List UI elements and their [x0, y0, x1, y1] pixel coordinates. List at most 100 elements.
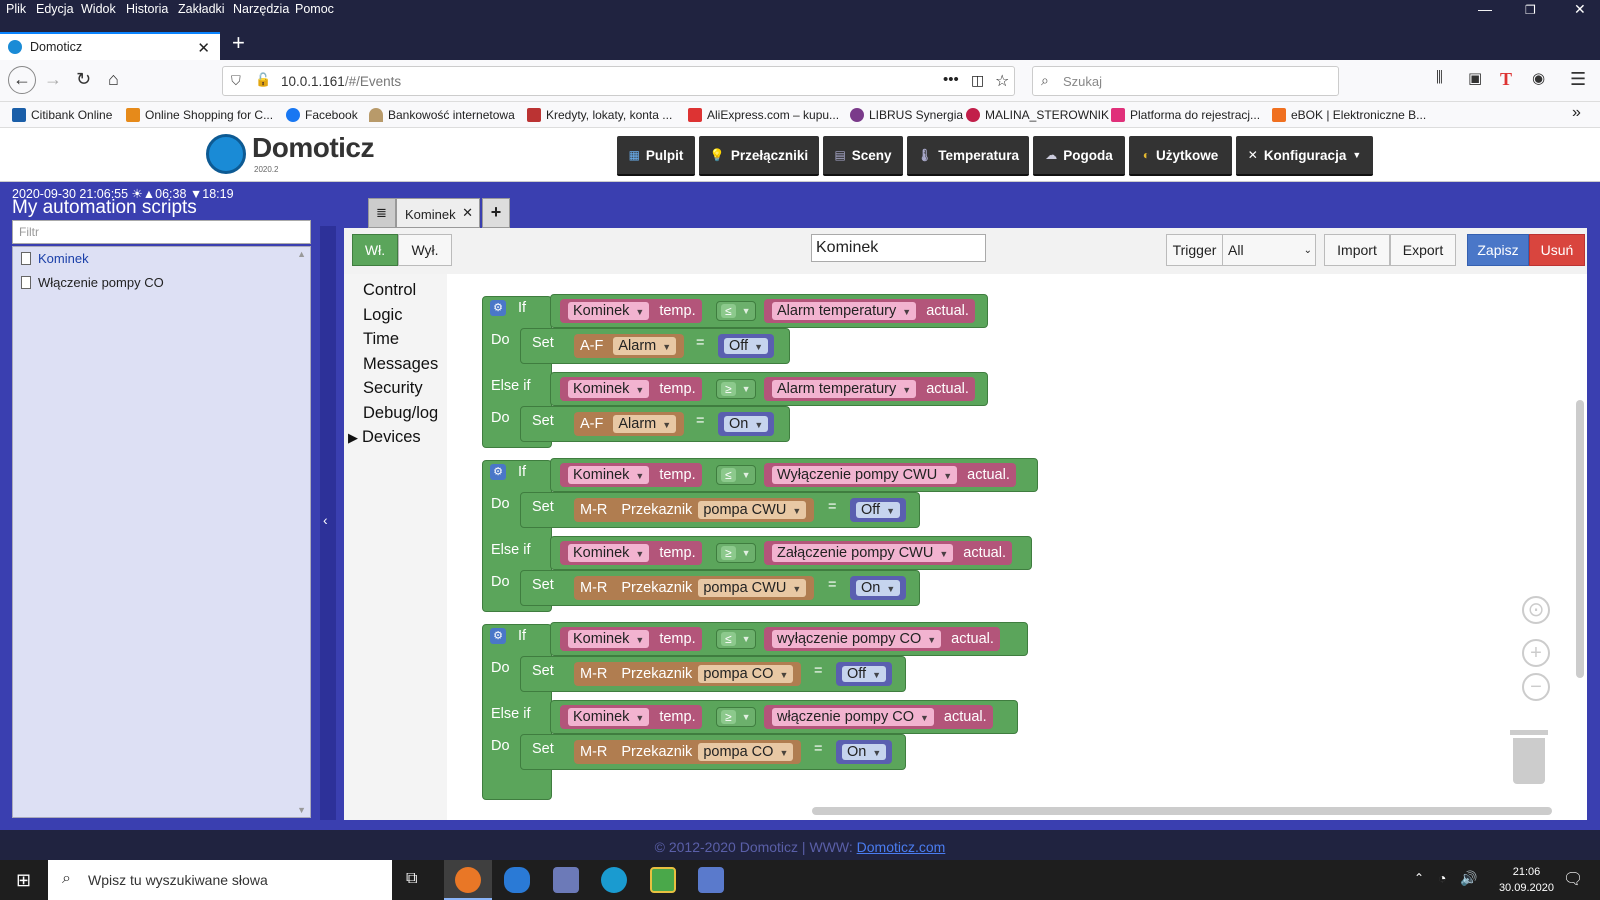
- device-dropdown[interactable]: Kominek ▼: [568, 380, 650, 398]
- close-window-icon[interactable]: ✕: [1574, 1, 1586, 18]
- mutator-gear-icon[interactable]: ⚙: [490, 464, 506, 480]
- operator-select[interactable]: ≥ ▼: [716, 707, 756, 727]
- state-value[interactable]: On ▼: [836, 740, 893, 764]
- device-dropdown[interactable]: Alarm ▼: [613, 337, 677, 355]
- remote-desktop-icon[interactable]: [698, 867, 724, 893]
- notifications-icon[interactable]: 🗨: [1563, 869, 1583, 889]
- variable-dropdown[interactable]: Załączenie pompy CWU ▼: [772, 544, 954, 562]
- device-select[interactable]: Kominek: [573, 303, 629, 319]
- nav-settings[interactable]: ✕ Konfiguracja ▼: [1236, 136, 1373, 176]
- device-comparison[interactable]: Kominek ▼ temp.: [560, 627, 702, 651]
- variable-dropdown[interactable]: wyłączenie pompy CO ▼: [772, 630, 942, 648]
- device-comparison[interactable]: Kominek ▼ temp.: [560, 705, 702, 729]
- toolbox-security[interactable]: Security: [363, 379, 423, 398]
- zoom-in-icon[interactable]: +: [1522, 639, 1550, 667]
- clock[interactable]: 21:06 30.09.2020: [1499, 864, 1554, 896]
- variable-dropdown[interactable]: Alarm temperatury ▼: [772, 302, 917, 320]
- search-field[interactable]: ⌕ Szukaj: [1032, 66, 1339, 96]
- bookmark-item[interactable]: Platforma do rejestracj...: [1111, 108, 1260, 122]
- device-select[interactable]: Kominek: [573, 381, 629, 397]
- nav-weather[interactable]: ☁ Pogoda: [1033, 136, 1125, 176]
- footer-link[interactable]: Domoticz.com: [857, 839, 946, 855]
- toolbox-debug[interactable]: Debug/log: [363, 404, 438, 423]
- app-icon[interactable]: [504, 867, 530, 893]
- variable-reference[interactable]: Alarm temperatury ▼ actual.: [764, 299, 975, 323]
- trigger-select[interactable]: All ⌄: [1222, 234, 1316, 266]
- url-bar[interactable]: ⛉ 🔓 10.0.1.161/#/Events ••• ◫ ☆: [222, 66, 1015, 96]
- windows-start-icon[interactable]: ⊞: [16, 870, 31, 891]
- state-dropdown[interactable]: Off ▼: [724, 338, 768, 354]
- library-icon[interactable]: ⫼: [1436, 69, 1443, 86]
- back-icon[interactable]: ←: [8, 66, 36, 94]
- shield-icon[interactable]: ⛉: [231, 73, 241, 89]
- recenter-icon[interactable]: ⊙: [1522, 596, 1550, 624]
- operator-select[interactable]: ≥ ▼: [716, 379, 756, 399]
- horizontal-scrollbar[interactable]: [812, 807, 1552, 815]
- tray-chevron-icon[interactable]: ⌃: [1414, 871, 1424, 885]
- bookmark-item[interactable]: LIBRUS Synergia: [850, 108, 963, 122]
- editor-tab-kominek[interactable]: Kominek ✕: [396, 198, 480, 228]
- device-switch[interactable]: M-R Przekaznik pompa CWU ▼: [574, 498, 815, 522]
- vertical-scrollbar[interactable]: [1576, 400, 1584, 678]
- device-select[interactable]: Kominek: [573, 467, 629, 483]
- device-dropdown[interactable]: pompa CO ▼: [698, 665, 794, 683]
- chevron-left-icon[interactable]: ‹: [323, 512, 328, 528]
- menu-history[interactable]: Historia: [126, 2, 168, 16]
- device-dropdown[interactable]: Kominek ▼: [568, 544, 650, 562]
- menu-help[interactable]: Pomoc: [295, 2, 334, 16]
- toolbox-devices[interactable]: ▶ Devices: [348, 428, 421, 447]
- sidebar-toggle-icon[interactable]: ▣: [1468, 69, 1482, 87]
- state-dropdown[interactable]: On ▼: [724, 416, 769, 432]
- script-item-pompa-co[interactable]: Włączenie pompy CO: [21, 275, 164, 290]
- menu-edit[interactable]: Edycja: [36, 2, 74, 16]
- device-switch[interactable]: M-R Przekaznik pompa CO ▼: [574, 662, 802, 686]
- close-tab-icon[interactable]: ✕: [197, 39, 210, 57]
- menu-bookmarks[interactable]: Zakładki: [178, 2, 225, 16]
- scroll-down-icon[interactable]: ▼: [297, 805, 306, 815]
- import-button[interactable]: Import: [1324, 234, 1390, 266]
- nav-utility[interactable]: ◐ Użytkowe: [1129, 136, 1232, 176]
- mutator-gear-icon[interactable]: ⚙: [490, 300, 506, 316]
- variable-reference[interactable]: włączenie pompy CO ▼ actual.: [764, 705, 993, 729]
- hamburger-menu-icon[interactable]: ☰: [1570, 69, 1586, 90]
- page-actions-icon[interactable]: •••: [943, 71, 959, 88]
- device-dropdown[interactable]: Kominek ▼: [568, 708, 650, 726]
- menu-view[interactable]: Widok: [81, 2, 116, 16]
- export-button[interactable]: Export: [1390, 234, 1456, 266]
- device-select[interactable]: Kominek: [573, 709, 629, 725]
- operator-select[interactable]: ≥ ▼: [716, 543, 756, 563]
- variable-dropdown[interactable]: Wyłączenie pompy CWU ▼: [772, 466, 958, 484]
- bookmark-item[interactable]: AliExpress.com – kupu...: [688, 108, 839, 122]
- bookmark-item[interactable]: Facebook: [286, 108, 358, 122]
- nav-switches[interactable]: 💡 Przełączniki: [699, 136, 819, 176]
- variable-dropdown[interactable]: Alarm temperatury ▼: [772, 380, 917, 398]
- state-dropdown[interactable]: On ▼: [856, 580, 901, 596]
- device-switch[interactable]: A-F Alarm ▼: [574, 412, 685, 436]
- state-dropdown[interactable]: On ▼: [842, 744, 887, 760]
- script-item-kominek[interactable]: Kominek: [21, 251, 89, 266]
- close-icon[interactable]: ✕: [462, 205, 473, 221]
- toolbox-control[interactable]: Control: [363, 281, 416, 300]
- disable-button[interactable]: Wył.: [398, 234, 452, 266]
- restore-icon[interactable]: ❐: [1525, 3, 1536, 17]
- add-tab-icon[interactable]: +: [482, 198, 510, 228]
- nav-temperature[interactable]: 🌡 Temperatura: [907, 136, 1029, 176]
- device-switch[interactable]: M-R Przekaznik pompa CO ▼: [574, 740, 802, 764]
- insecure-lock-icon[interactable]: 🔓: [255, 72, 271, 88]
- device-dropdown[interactable]: pompa CO ▼: [698, 743, 794, 761]
- filter-input[interactable]: Filtr: [12, 220, 311, 244]
- bookmark-item[interactable]: Citibank Online: [12, 108, 112, 122]
- variable-reference[interactable]: wyłączenie pompy CO ▼ actual.: [764, 627, 1000, 651]
- state-dropdown[interactable]: Off ▼: [842, 666, 886, 682]
- toolbox-messages[interactable]: Messages: [363, 355, 438, 374]
- toolbox-logic[interactable]: Logic: [363, 306, 402, 325]
- state-value[interactable]: On ▼: [718, 412, 775, 436]
- device-dropdown[interactable]: pompa CWU ▼: [698, 579, 807, 597]
- device-switch[interactable]: M-R Przekaznik pompa CWU ▼: [574, 576, 815, 600]
- bookmark-item[interactable]: MALINA_STEROWNIK: [966, 108, 1109, 122]
- network-app-icon[interactable]: [553, 867, 579, 893]
- wifi-icon[interactable]: ◔: [1438, 870, 1446, 886]
- mutator-gear-icon[interactable]: ⚙: [490, 628, 506, 644]
- reload-icon[interactable]: ↻: [76, 69, 91, 90]
- more-bookmarks-icon[interactable]: »: [1572, 104, 1581, 122]
